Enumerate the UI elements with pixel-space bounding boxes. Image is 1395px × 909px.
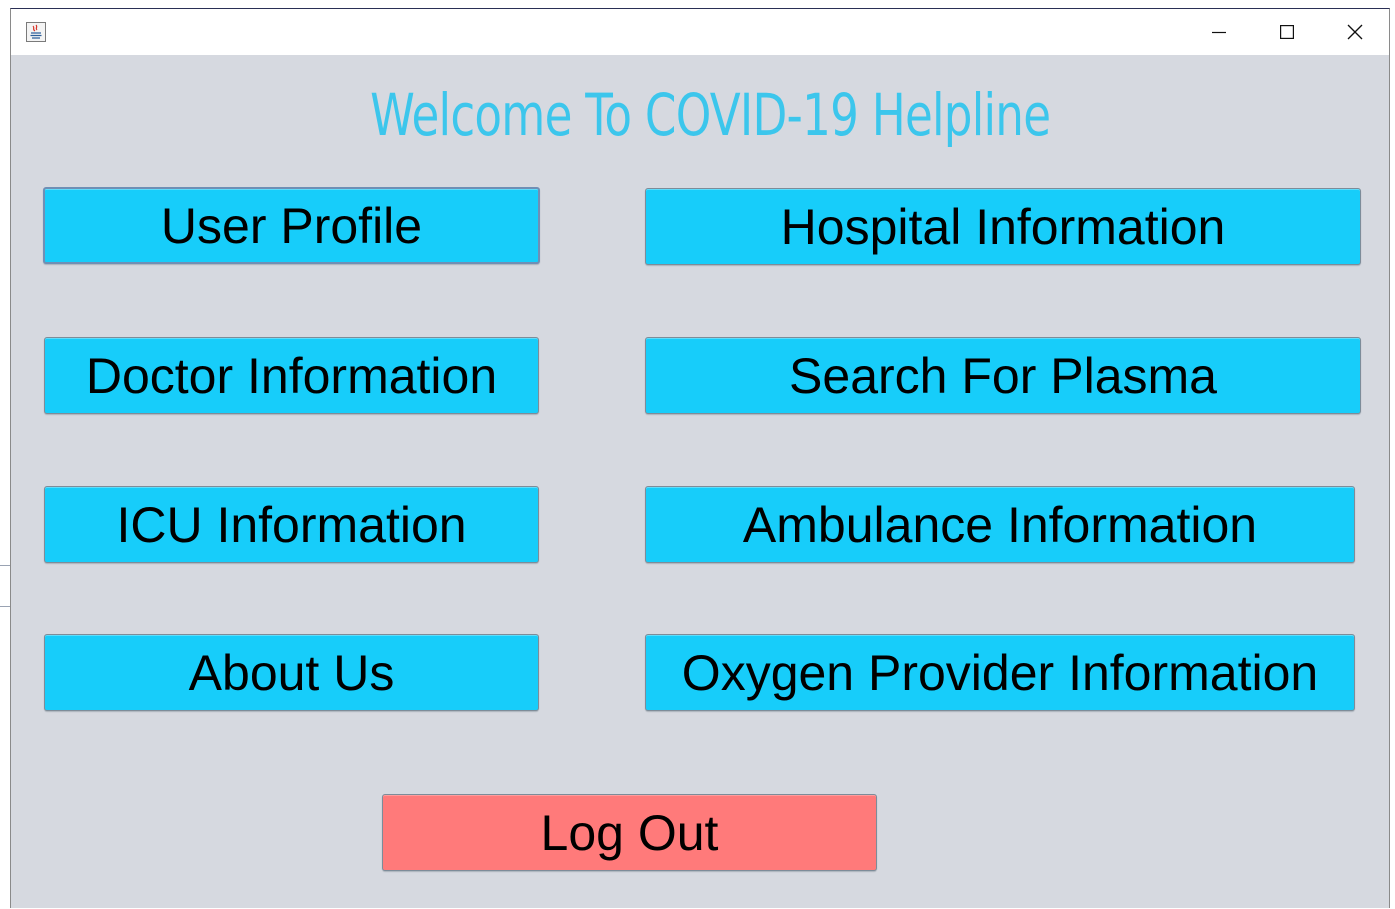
java-app-icon (25, 21, 46, 42)
search-for-plasma-button[interactable]: Search For Plasma (645, 337, 1361, 414)
close-icon (1347, 24, 1363, 40)
background-window-edge (0, 565, 10, 607)
title-bar[interactable] (11, 9, 1389, 55)
icu-information-button[interactable]: ICU Information (44, 486, 539, 563)
hospital-information-button[interactable]: Hospital Information (645, 188, 1361, 265)
log-out-button[interactable]: Log Out (382, 794, 877, 871)
doctor-information-button[interactable]: Doctor Information (44, 337, 539, 414)
minimize-icon (1212, 31, 1226, 34)
user-profile-button[interactable]: User Profile (43, 187, 540, 264)
ambulance-information-button[interactable]: Ambulance Information (645, 486, 1355, 563)
maximize-icon (1280, 25, 1294, 39)
welcome-title: Welcome To COVID-19 Helpline (370, 81, 1051, 149)
maximize-button[interactable] (1253, 9, 1321, 55)
app-window: Welcome To COVID-19 Helpline User Profil… (10, 8, 1390, 908)
oxygen-provider-information-button[interactable]: Oxygen Provider Information (645, 634, 1355, 711)
about-us-button[interactable]: About Us (44, 634, 539, 711)
close-button[interactable] (1321, 9, 1389, 55)
minimize-button[interactable] (1185, 9, 1253, 55)
